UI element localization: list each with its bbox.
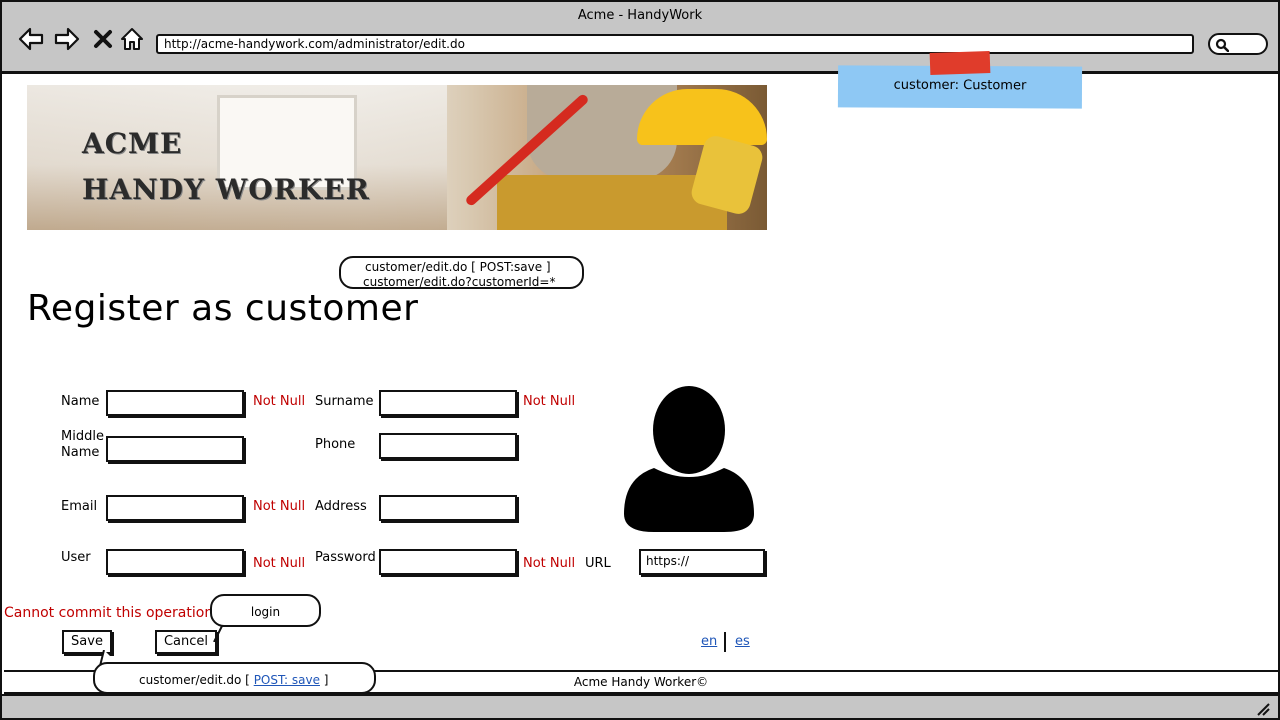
user-field[interactable]	[106, 549, 244, 575]
cancel-button[interactable]: Cancel	[155, 630, 217, 654]
user-label: User	[61, 550, 91, 565]
phone-label: Phone	[315, 437, 356, 452]
surname-not-null: Not Null	[523, 394, 576, 409]
email-label: Email	[61, 499, 98, 514]
surname-field[interactable]	[379, 390, 517, 416]
forward-arrow-icon[interactable]	[54, 26, 80, 52]
url-label: URL	[585, 556, 611, 571]
page-title: Register as customer	[27, 288, 419, 329]
header-banner-image: ACME HANDY WORKER	[27, 85, 767, 230]
address-label: Address	[315, 499, 367, 514]
footer-text: Acme Handy Worker©	[573, 675, 709, 689]
error-message: Cannot commit this operation	[4, 605, 214, 621]
sticky-note-text: customer: Customer	[893, 77, 1027, 94]
language-en-link[interactable]: en	[701, 634, 717, 649]
password-label: Password	[315, 550, 376, 565]
name-not-null: Not Null	[253, 394, 306, 409]
resize-grip-icon[interactable]	[1254, 700, 1270, 716]
password-not-null: Not Null	[523, 556, 576, 571]
close-icon[interactable]	[90, 26, 116, 52]
sticky-tape	[929, 50, 991, 76]
callout-tail	[213, 625, 234, 642]
window-title: Acme - HandyWork	[577, 8, 703, 23]
callout-login: login	[210, 594, 321, 627]
language-es-link[interactable]: es	[735, 634, 750, 649]
phone-field[interactable]	[379, 433, 517, 459]
post-save-link[interactable]: POST: save	[254, 673, 320, 687]
callout-save-action: customer/edit.do [ POST: save ]	[93, 662, 376, 694]
address-field[interactable]	[379, 495, 517, 521]
browser-window: Acme - HandyWork http://acme-handywork.c…	[0, 0, 1280, 720]
user-not-null: Not Null	[253, 556, 306, 571]
email-not-null: Not Null	[253, 499, 306, 514]
password-field[interactable]	[379, 549, 517, 575]
address-bar[interactable]: http://acme-handywork.com/administrator/…	[156, 34, 1194, 54]
callout-edit-url: customer/edit.do [ POST:save ] customer/…	[339, 256, 584, 289]
middle-name-field[interactable]	[106, 436, 244, 462]
home-icon[interactable]	[119, 26, 145, 52]
middle-name-label: Middle Name	[61, 429, 104, 460]
name-label: Name	[61, 394, 100, 409]
user-avatar-icon	[624, 386, 754, 532]
name-field[interactable]	[106, 390, 244, 416]
surname-label: Surname	[315, 394, 374, 409]
url-field[interactable]: https://	[639, 549, 765, 575]
back-arrow-icon[interactable]	[18, 26, 44, 52]
browser-chrome: Acme - HandyWork http://acme-handywork.c…	[2, 2, 1278, 74]
search-icon	[1215, 38, 1229, 52]
browser-search-input[interactable]	[1208, 33, 1268, 55]
banner-logo-text: ACME HANDY WORKER	[82, 127, 370, 206]
browser-status-bar	[2, 694, 1278, 718]
language-separator	[724, 632, 726, 652]
email-field[interactable]	[106, 495, 244, 521]
